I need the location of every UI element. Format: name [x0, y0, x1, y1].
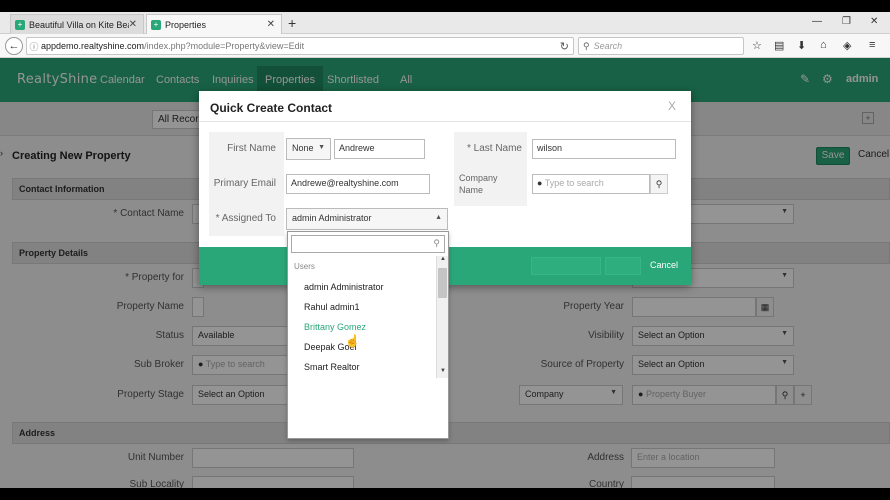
- hamburger-menu-icon[interactable]: ≡: [869, 39, 875, 51]
- download-icon[interactable]: ⬇: [797, 39, 806, 52]
- first-name-input[interactable]: Andrewe: [334, 139, 425, 159]
- minimize-icon[interactable]: —: [812, 16, 822, 27]
- primary-email-label: Primary Email: [213, 178, 276, 189]
- favicon-icon: +: [151, 19, 161, 30]
- scrollbar-thumb[interactable]: [438, 268, 447, 298]
- info-icon[interactable]: ⓘ: [27, 40, 41, 53]
- salutation-select[interactable]: None ▼: [286, 138, 331, 160]
- browser-search-input[interactable]: ⚲ Search: [578, 37, 744, 55]
- window-close-icon[interactable]: ✕: [870, 16, 878, 27]
- letterbox-bottom: [0, 488, 890, 500]
- dropdown-group-label: Users: [294, 262, 315, 271]
- scroll-down-icon[interactable]: ▼: [437, 368, 449, 374]
- dropdown-option[interactable]: admin Administrator: [304, 282, 384, 292]
- close-icon[interactable]: ✕: [267, 19, 275, 30]
- reading-list-icon[interactable]: ▤: [774, 39, 784, 52]
- scroll-up-icon[interactable]: ▲: [437, 256, 449, 262]
- browser-tabstrip: + Beautiful Villa on Kite Beach ✕ + Prop…: [0, 12, 890, 34]
- search-icon[interactable]: ⚲: [650, 174, 668, 194]
- mouse-cursor-icon: ☝: [345, 334, 360, 348]
- dropdown-option[interactable]: Rahul admin1: [304, 302, 360, 312]
- back-icon[interactable]: ←: [5, 37, 23, 55]
- last-name-input[interactable]: wilson: [532, 139, 676, 159]
- close-icon[interactable]: X: [668, 99, 676, 113]
- pocket-icon[interactable]: ◈: [843, 39, 851, 52]
- search-placeholder: Search: [593, 41, 623, 51]
- footer-hidden-button-2[interactable]: [605, 257, 641, 275]
- company-name-label: Company Name: [459, 173, 498, 195]
- browser-navbar: ← ⓘ appdemo.realtyshine.com /index.php?m…: [0, 34, 890, 58]
- primary-email-input[interactable]: Andrewe@realtyshine.com: [286, 174, 430, 194]
- assigned-to-label: * Assigned To: [215, 213, 276, 224]
- search-icon: ⚲: [583, 40, 590, 51]
- url-path: /index.php?module=Property&view=Edit: [144, 41, 305, 51]
- bookmark-star-icon[interactable]: ☆: [752, 39, 762, 52]
- modal-title: Quick Create Contact: [210, 101, 333, 115]
- company-name-input[interactable]: ● Type to search: [532, 174, 650, 194]
- search-icon: ⚲: [433, 238, 440, 248]
- dropdown-option-highlighted[interactable]: Brittany Gomez: [304, 322, 366, 332]
- last-name-label: * Last Name: [466, 143, 522, 154]
- browser-tab-properties[interactable]: + Properties ✕: [146, 14, 282, 34]
- dropdown-scrollbar[interactable]: ▲ ▼: [436, 256, 448, 378]
- url-bar[interactable]: ⓘ appdemo.realtyshine.com /index.php?mod…: [26, 37, 574, 55]
- footer-hidden-button[interactable]: [531, 257, 601, 275]
- restore-icon[interactable]: ❐: [842, 16, 851, 27]
- dropdown-search-input[interactable]: ⚲: [291, 235, 445, 253]
- first-name-label: First Name: [227, 143, 276, 154]
- tab-label: Properties: [165, 19, 207, 30]
- circle-icon: ●: [537, 178, 543, 188]
- assigned-to-dropdown: ⚲ Users admin Administrator Rahul admin1…: [287, 231, 449, 439]
- favicon-icon: +: [15, 19, 25, 30]
- modal-cancel-link[interactable]: Cancel: [650, 260, 678, 270]
- tab-label: Beautiful Villa on Kite Beach: [29, 19, 129, 30]
- reload-icon[interactable]: ↻: [560, 40, 569, 53]
- home-icon[interactable]: ⌂: [820, 39, 827, 51]
- close-icon[interactable]: ✕: [129, 19, 137, 30]
- modal-body: First Name None ▼ Andrewe * Last Name wil…: [199, 121, 691, 247]
- letterbox-top: [0, 0, 890, 12]
- assigned-to-select[interactable]: admin Administrator ▲: [286, 208, 448, 230]
- url-host: appdemo.realtyshine.com: [41, 41, 145, 51]
- dropdown-option[interactable]: Smart Realtor: [304, 362, 360, 372]
- browser-tab-villa[interactable]: + Beautiful Villa on Kite Beach ✕: [10, 14, 144, 34]
- new-tab-icon[interactable]: +: [288, 15, 296, 31]
